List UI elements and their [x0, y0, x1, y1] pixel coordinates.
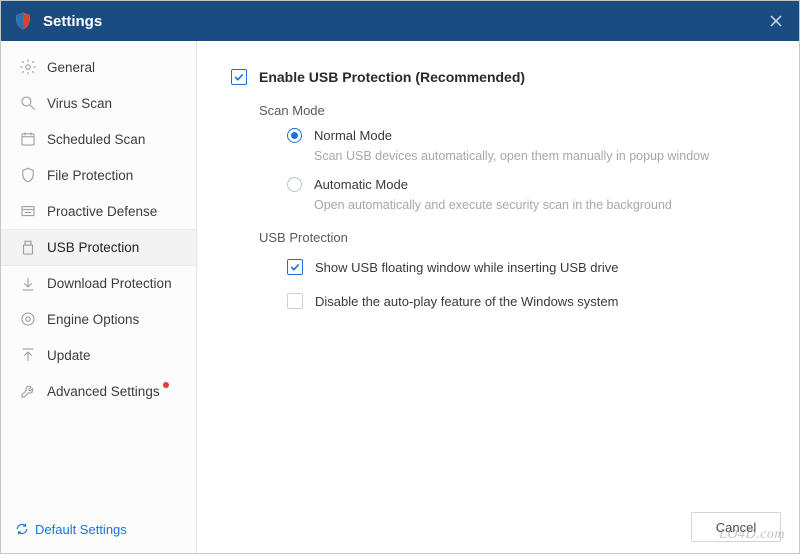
- sidebar-item-label: Advanced Settings: [47, 384, 160, 399]
- sidebar-item-usb-protection[interactable]: USB Protection: [1, 229, 196, 265]
- sidebar-item-label: Update: [47, 348, 91, 363]
- sidebar-item-label: Engine Options: [47, 312, 139, 327]
- scan-mode-heading: Scan Mode: [259, 103, 769, 118]
- sidebar-item-general[interactable]: General: [1, 49, 196, 85]
- usb-protection-heading: USB Protection: [259, 230, 769, 245]
- sidebar-item-label: Proactive Defense: [47, 204, 157, 219]
- disable-autoplay-checkbox[interactable]: [287, 293, 303, 309]
- usb-icon: [19, 239, 37, 257]
- normal-mode-desc: Scan USB devices automatically, open the…: [314, 149, 769, 163]
- cancel-button[interactable]: Cancel: [691, 512, 781, 542]
- sidebar: General Virus Scan Scheduled Scan File P…: [1, 41, 197, 553]
- settings-window: Settings General Virus Scan Scheduled Sc…: [0, 0, 800, 554]
- search-icon: [19, 94, 37, 112]
- shield-icon: [19, 166, 37, 184]
- automatic-mode-block: Automatic Mode Open automatically and ex…: [287, 177, 769, 212]
- sidebar-item-label: File Protection: [47, 168, 133, 183]
- sidebar-list: General Virus Scan Scheduled Scan File P…: [1, 41, 196, 409]
- sidebar-item-label: USB Protection: [47, 240, 139, 255]
- sidebar-item-download-protection[interactable]: Download Protection: [1, 265, 196, 301]
- normal-mode-radio[interactable]: [287, 128, 302, 143]
- enable-usb-row: Enable USB Protection (Recommended): [231, 69, 769, 85]
- sidebar-item-proactive-defense[interactable]: Proactive Defense: [1, 193, 196, 229]
- disable-autoplay-row: Disable the auto-play feature of the Win…: [287, 293, 769, 309]
- app-shield-icon: [13, 11, 33, 31]
- window-title: Settings: [43, 13, 102, 30]
- sidebar-item-scheduled-scan[interactable]: Scheduled Scan: [1, 121, 196, 157]
- sidebar-item-file-protection[interactable]: File Protection: [1, 157, 196, 193]
- notification-dot-icon: [163, 382, 169, 388]
- automatic-mode-label: Automatic Mode: [314, 177, 408, 192]
- engine-icon: [19, 310, 37, 328]
- automatic-mode-desc: Open automatically and execute security …: [314, 198, 769, 212]
- show-floating-checkbox[interactable]: [287, 259, 303, 275]
- bottom-bar: Cancel: [197, 501, 799, 553]
- calendar-icon: [19, 130, 37, 148]
- sidebar-item-engine-options[interactable]: Engine Options: [1, 301, 196, 337]
- normal-mode-row: Normal Mode: [287, 128, 769, 143]
- show-floating-row: Show USB floating window while inserting…: [287, 259, 769, 275]
- enable-usb-checkbox[interactable]: [231, 69, 247, 85]
- upload-icon: [19, 346, 37, 364]
- sidebar-item-label: Download Protection: [47, 276, 172, 291]
- sidebar-item-advanced-settings[interactable]: Advanced Settings: [1, 373, 196, 409]
- show-floating-label: Show USB floating window while inserting…: [315, 260, 618, 275]
- enable-usb-label: Enable USB Protection (Recommended): [259, 69, 525, 85]
- normal-mode-label: Normal Mode: [314, 128, 392, 143]
- defense-icon: [19, 202, 37, 220]
- refresh-icon: [15, 522, 29, 536]
- close-button[interactable]: [753, 1, 799, 41]
- default-settings-label: Default Settings: [35, 522, 127, 537]
- body: General Virus Scan Scheduled Scan File P…: [1, 41, 799, 553]
- disable-autoplay-label: Disable the auto-play feature of the Win…: [315, 294, 618, 309]
- normal-mode-block: Normal Mode Scan USB devices automatical…: [287, 128, 769, 163]
- automatic-mode-row: Automatic Mode: [287, 177, 769, 192]
- sidebar-item-label: General: [47, 60, 95, 75]
- sidebar-item-update[interactable]: Update: [1, 337, 196, 373]
- wrench-icon: [19, 382, 37, 400]
- content-panel: Enable USB Protection (Recommended) Scan…: [197, 41, 799, 553]
- default-settings-link[interactable]: Default Settings: [15, 522, 127, 537]
- gear-icon: [19, 58, 37, 76]
- sidebar-footer: Default Settings: [1, 505, 196, 553]
- download-icon: [19, 275, 37, 293]
- sidebar-item-label: Scheduled Scan: [47, 132, 145, 147]
- titlebar: Settings: [1, 1, 799, 41]
- automatic-mode-radio[interactable]: [287, 177, 302, 192]
- sidebar-item-virus-scan[interactable]: Virus Scan: [1, 85, 196, 121]
- sidebar-item-label: Virus Scan: [47, 96, 112, 111]
